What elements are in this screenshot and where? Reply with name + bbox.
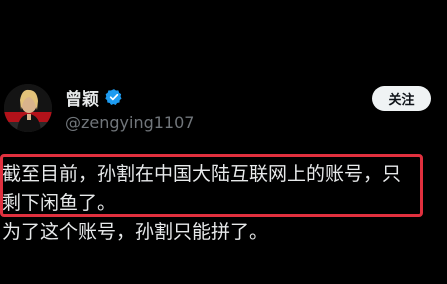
user-handle[interactable]: @zengying1107 [65, 113, 194, 132]
tweet-text-line: 为了这个账号，孙割只能拼了。 [2, 221, 269, 243]
name-row: 曾颖 [65, 85, 194, 110]
tweet-card: 曾颖 @zengying1107 关注 截至目前，孙割在中国大陆互联网上的账号，… [0, 0, 447, 284]
display-name[interactable]: 曾颖 [65, 85, 99, 110]
avatar-image [4, 84, 52, 132]
user-info: 曾颖 @zengying1107 [65, 86, 194, 132]
follow-button[interactable]: 关注 [372, 86, 431, 111]
highlight-annotation-box [0, 154, 423, 217]
avatar[interactable] [4, 84, 52, 132]
verified-badge-icon [105, 88, 123, 106]
